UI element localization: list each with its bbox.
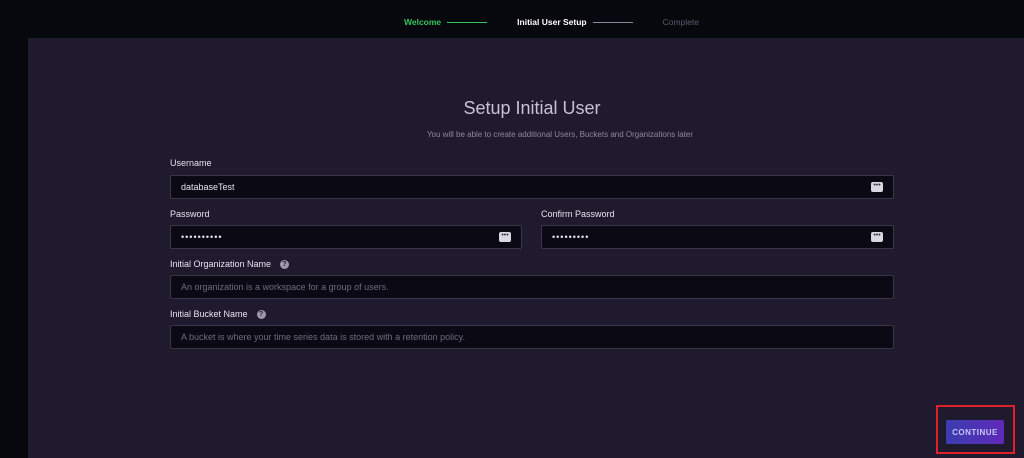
continue-button[interactable]: CONTINUE (946, 420, 1004, 444)
username-input[interactable] (170, 175, 894, 199)
page-title: Setup Initial User (463, 98, 601, 118)
password-label-text: Password (170, 209, 210, 219)
confirm-password-input[interactable] (541, 225, 894, 249)
step-connector (447, 21, 488, 23)
bucket-name-label-text: Initial Bucket Name (170, 309, 248, 319)
password-input[interactable] (170, 225, 522, 249)
password-label: Password (170, 209, 210, 219)
step-welcome-label: Welcome (404, 17, 442, 27)
setup-stepper: Welcome Initial User Setup Complete (404, 15, 699, 29)
step-complete-label: Complete (662, 17, 699, 27)
username-label-text: Username (170, 158, 212, 168)
username-label: Username (170, 158, 212, 168)
step-initial-user-setup-label: Initial User Setup (517, 17, 587, 27)
step-complete: Complete (663, 17, 699, 27)
step-welcome: Welcome (404, 17, 493, 27)
help-icon[interactable]: ? (280, 259, 290, 269)
org-name-input[interactable] (170, 275, 894, 299)
org-name-label-text: Initial Organization Name (170, 259, 272, 269)
step-initial-user-setup: Initial User Setup (517, 17, 638, 27)
confirm-password-label: Confirm Password (541, 209, 615, 219)
bucket-name-input[interactable] (170, 325, 894, 349)
top-bar: Welcome Initial User Setup Complete (0, 0, 1024, 38)
page-subtitle: You will be able to create additional Us… (426, 130, 694, 139)
bucket-name-label: Initial Bucket Name ? (170, 309, 266, 319)
step-connector (592, 21, 633, 23)
password-manager-icon[interactable]: ••• (499, 232, 511, 242)
help-icon[interactable]: ? (256, 309, 266, 319)
password-manager-icon[interactable]: ••• (871, 232, 883, 242)
org-name-label: Initial Organization Name ? (170, 259, 290, 269)
password-manager-icon[interactable]: ••• (871, 182, 883, 192)
confirm-password-label-text: Confirm Password (541, 209, 615, 219)
